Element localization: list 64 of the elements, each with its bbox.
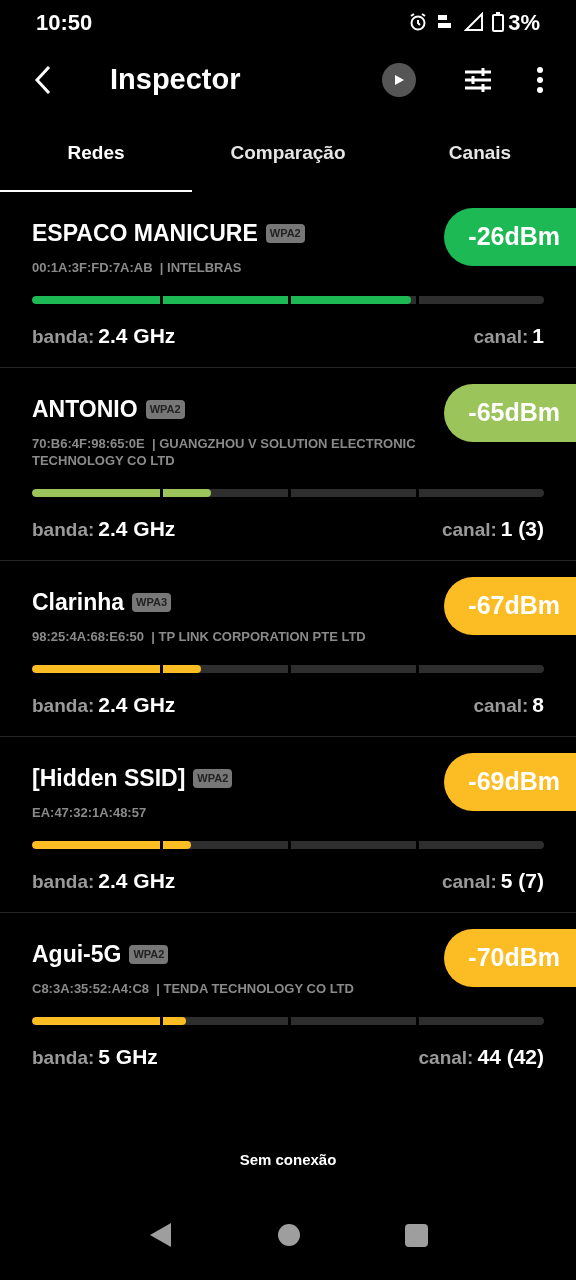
signal-strength: -69dBm bbox=[444, 753, 576, 811]
sliders-icon bbox=[464, 66, 492, 94]
mac-vendor: 98:25:4A:68:E6:50 | TP LINK CORPORATION PTE LTD bbox=[32, 627, 367, 645]
signal-strength: -65dBm bbox=[444, 384, 576, 442]
tab[interactable]: Redes bbox=[0, 116, 192, 192]
channel-value: 8 bbox=[532, 691, 544, 718]
band-value: 2.4 GHz bbox=[98, 691, 176, 718]
band-value: 2.4 GHz bbox=[98, 515, 176, 542]
signal-strength: -70dBm bbox=[444, 929, 576, 987]
mac-vendor: 00:1A:3F:FD:7A:AB | INTELBRAS bbox=[32, 258, 243, 276]
battery-icon bbox=[492, 12, 505, 32]
network-card[interactable]: ESPACO MANICURE WPA2 00:1A:3F:FD:7A:AB | INTELBRAS -26dBm banda: 2.4 GHz canal: 1 bbox=[0, 192, 576, 368]
battery-percent: 3% bbox=[508, 8, 540, 37]
mac-vendor: 70:B6:4F:98:65:0E | GUANGZHOU V SOLUTION ELECTRONIC TECHNOLOGY CO LTD bbox=[32, 434, 417, 469]
channel-value: 1 bbox=[532, 322, 544, 349]
more-vertical-icon bbox=[536, 67, 544, 93]
network-name: Agui-5G bbox=[32, 940, 122, 969]
channel-label: canal: bbox=[441, 869, 497, 894]
play-icon bbox=[393, 74, 405, 86]
cell-signal-icon bbox=[464, 12, 485, 32]
status-time: 10:50 bbox=[36, 8, 93, 37]
security-tag: WPA2 bbox=[265, 224, 305, 243]
network-card[interactable]: [Hidden SSID] WPA2 EA:47:32:1A:48:57 -69dBm banda: 2.4 GHz canal: 5 (7) bbox=[0, 737, 576, 913]
back-nav-button[interactable] bbox=[148, 1222, 173, 1248]
band-label: banda: bbox=[32, 324, 95, 349]
band-value: 2.4 GHz bbox=[98, 322, 176, 349]
tab[interactable]: Comparação bbox=[192, 116, 384, 192]
network-name: [Hidden SSID] bbox=[32, 764, 186, 793]
channel-value: 1 (3) bbox=[500, 515, 544, 542]
band-label: banda: bbox=[32, 517, 95, 542]
mac-vendor: C8:3A:35:52:A4:C8 | TENDA TECHNOLOGY CO LTD bbox=[32, 979, 355, 997]
network-card[interactable]: Agui-5G WPA2 C8:3A:35:52:A4:C8 | TENDA TECHNOLOGY CO LTD -70dBm banda: 5 GHz canal: 44 (42) bbox=[0, 913, 576, 1088]
tab[interactable]: Canais bbox=[384, 116, 576, 192]
band-label: banda: bbox=[32, 1045, 95, 1070]
security-tag: WPA2 bbox=[145, 400, 185, 419]
band-value: 2.4 GHz bbox=[98, 867, 176, 894]
channel-label: canal: bbox=[441, 517, 497, 542]
signal-strength: -26dBm bbox=[444, 208, 576, 266]
security-tag: WPA3 bbox=[132, 593, 171, 612]
connection-status: Sem conexão bbox=[239, 1149, 337, 1170]
network-name: ESPACO MANICURE bbox=[32, 219, 258, 248]
band-label: banda: bbox=[32, 693, 95, 718]
recents-nav-button[interactable] bbox=[404, 1223, 428, 1247]
channel-value: 44 (42) bbox=[477, 1043, 544, 1070]
more-menu-button[interactable] bbox=[536, 67, 544, 93]
security-tag: WPA2 bbox=[129, 945, 169, 964]
network-card[interactable]: Clarinha WPA3 98:25:4A:68:E6:50 | TP LINK CORPORATION PTE LTD -67dBm banda: 2.4 GHz canal: 8 bbox=[0, 561, 576, 737]
security-tag: WPA2 bbox=[193, 769, 233, 788]
triangle-back-icon bbox=[148, 1222, 173, 1248]
network-card[interactable]: ANTONIO WPA2 70:B6:4F:98:65:0E | GUANGZHOU V SOLUTION ELECTRONIC TECHNOLOGY CO LTD -65dBm banda: 2.4 GHz canal: 1 (3) bbox=[0, 368, 576, 561]
signal-strength: -67dBm bbox=[444, 577, 576, 635]
network-name: Clarinha bbox=[32, 588, 125, 617]
app-title: Inspector bbox=[110, 62, 241, 98]
play-button[interactable] bbox=[382, 63, 416, 97]
band-label: banda: bbox=[32, 869, 95, 894]
network-name: ANTONIO bbox=[32, 395, 138, 424]
mac-vendor: EA:47:32:1A:48:57 bbox=[32, 803, 148, 821]
channel-label: canal: bbox=[473, 324, 529, 349]
home-nav-button[interactable] bbox=[277, 1224, 300, 1246]
channel-value: 5 (7) bbox=[500, 867, 544, 894]
filter-settings-button[interactable] bbox=[464, 66, 492, 94]
channel-label: canal: bbox=[473, 693, 529, 718]
band-value: 5 GHz bbox=[98, 1043, 158, 1070]
channel-label: canal: bbox=[418, 1045, 474, 1070]
